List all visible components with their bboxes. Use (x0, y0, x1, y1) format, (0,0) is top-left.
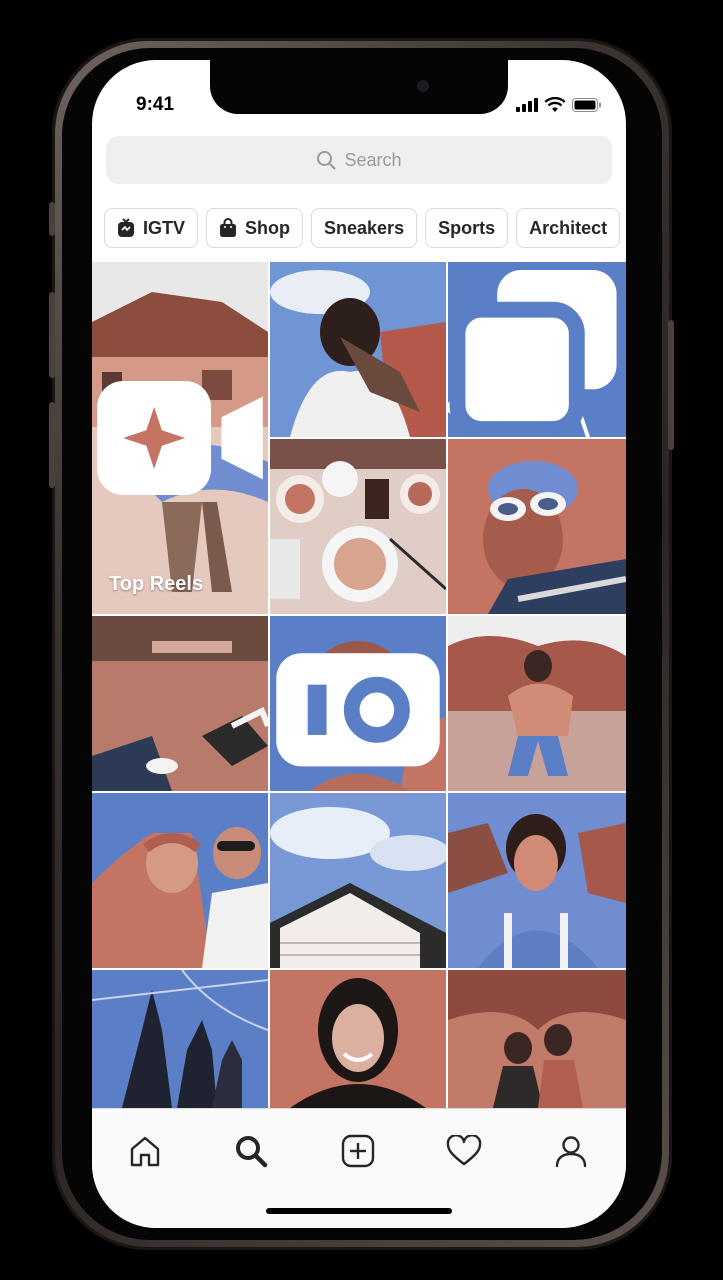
tile-food-table[interactable] (270, 439, 446, 614)
shopping-bag-icon (220, 218, 237, 237)
front-camera (417, 80, 429, 92)
tile-soccer-reel[interactable]: Top Reels (92, 262, 268, 614)
two-women-trees-image (448, 970, 626, 1108)
profile-icon (555, 1136, 587, 1168)
tile-feet-grass[interactable] (92, 616, 268, 791)
tile-hijab-woman[interactable] (270, 970, 446, 1108)
house-sky-image (270, 793, 446, 968)
wifi-icon (544, 97, 566, 112)
woman-portrait-image (448, 793, 626, 968)
chip-architecture[interactable]: Architect (516, 208, 621, 248)
status-time: 9:41 (136, 94, 175, 115)
tile-sunglasses[interactable] (448, 439, 626, 614)
power-button (668, 320, 674, 450)
tab-profile[interactable] (551, 1131, 591, 1171)
topic-chips: IGTV Shop Sneakers Sports Architect (104, 208, 626, 248)
shadows-image (92, 970, 268, 1108)
heart-icon (446, 1135, 482, 1166)
friends-selfie-image (92, 793, 268, 968)
sunglasses-image (448, 439, 626, 614)
tile-piggyback[interactable] (448, 616, 626, 791)
explore-grid: Top Reels (92, 262, 626, 1108)
tile-house-sky[interactable] (270, 793, 446, 968)
feet-grass-image (92, 616, 268, 791)
screen: 9:41 Search IGTV Shop Sneakers Sports Ar… (92, 60, 626, 1228)
volume-down-button (49, 402, 55, 488)
notch (210, 60, 508, 114)
chip-label: IGTV (143, 217, 186, 238)
add-post-icon (341, 1134, 375, 1168)
chip-label: Sneakers (324, 217, 405, 238)
home-indicator[interactable] (266, 1208, 452, 1214)
signal-icon (516, 98, 538, 112)
search-placeholder: Search (344, 149, 402, 170)
tile-man-selfie[interactable] (270, 262, 446, 437)
chip-label: Shop (245, 217, 291, 238)
food-table-image (270, 439, 446, 614)
chip-label: Sports (438, 217, 496, 238)
hijab-woman-image (270, 970, 446, 1108)
igtv-icon (118, 218, 134, 237)
chip-shop[interactable]: Shop (206, 208, 304, 248)
search-icon (236, 1136, 268, 1168)
silent-switch (49, 202, 55, 236)
top-reels-label: Top Reels (109, 573, 204, 595)
tab-activity[interactable] (444, 1131, 484, 1171)
battery-icon (572, 98, 601, 112)
search-icon (317, 151, 336, 170)
tile-shadows[interactable] (92, 970, 268, 1108)
tile-basketball-hoop[interactable] (448, 262, 626, 437)
volume-up-button (49, 292, 55, 378)
home-icon (130, 1136, 160, 1167)
igtv-badge-icon (276, 653, 440, 767)
tab-create[interactable] (338, 1131, 378, 1171)
chip-label: Architect (529, 217, 608, 238)
search-input[interactable]: Search (106, 136, 612, 184)
chip-sports[interactable]: Sports (425, 208, 509, 248)
chip-sneakers[interactable]: Sneakers (311, 208, 418, 248)
tile-two-women-trees[interactable] (448, 970, 626, 1108)
tile-smiling-face[interactable] (270, 616, 446, 791)
piggyback-image (448, 616, 626, 791)
tile-woman-portrait[interactable] (448, 793, 626, 968)
chip-igtv[interactable]: IGTV (104, 208, 199, 248)
status-icons (516, 97, 602, 113)
carousel-icon (449, 269, 617, 437)
man-selfie-image (270, 262, 446, 437)
tile-friends-selfie[interactable] (92, 793, 268, 968)
tab-home[interactable] (125, 1131, 165, 1171)
tab-search[interactable] (231, 1131, 271, 1171)
reels-icon (97, 381, 263, 495)
